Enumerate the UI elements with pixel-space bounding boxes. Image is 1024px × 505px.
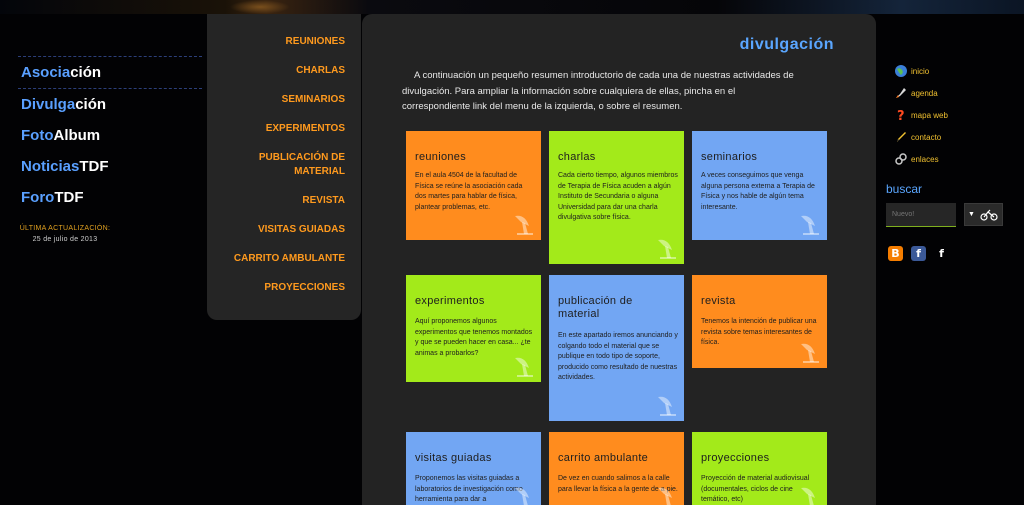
blogger-icon[interactable]: B bbox=[888, 246, 903, 261]
menu-item-experimentos[interactable]: EXPERIMENTOS bbox=[207, 122, 361, 136]
site-link-noticias[interactable]: NoticiasTDF bbox=[10, 151, 202, 182]
card-visitas[interactable]: visitas guiadas Proponemos las visitas g… bbox=[406, 432, 541, 505]
search-label: buscar bbox=[886, 182, 923, 196]
quick-links: inicio agenda ? mapa web contacto enlace… bbox=[894, 60, 1004, 170]
antenna-icon bbox=[801, 215, 819, 235]
card-carrito[interactable]: carrito ambulante De vez en cuando salim… bbox=[549, 432, 684, 505]
menu-item-publicacion[interactable]: PUBLICACIÓN DE MATERIAL bbox=[207, 151, 361, 179]
card-experimentos[interactable]: experimentos Aquí proponemos algunos exp… bbox=[406, 275, 541, 382]
card-title: seminarios bbox=[701, 151, 758, 163]
menu-item-proyecciones[interactable]: PROYECCIONES bbox=[207, 281, 361, 295]
social-links: B f f bbox=[888, 246, 949, 261]
card-publicacion[interactable]: publicación de material En este apartado… bbox=[549, 275, 684, 421]
last-updated-label: ÚLTIMA ACTUALIZACIÓN: bbox=[19, 225, 111, 232]
site-link-foro[interactable]: ForoTDF bbox=[10, 182, 202, 213]
site-link-fotoalbum[interactable]: FotoAlbum bbox=[10, 120, 202, 151]
section-menu: REUNIONES CHARLAS SEMINARIOS EXPERIMENTO… bbox=[207, 14, 361, 320]
card-title: charlas bbox=[558, 151, 596, 163]
card-description: En el aula 4504 de la facultad de Física… bbox=[415, 172, 523, 211]
rocket-icon bbox=[896, 88, 906, 98]
quick-link-enlaces[interactable]: enlaces bbox=[894, 148, 1004, 170]
card-title: visitas guiadas bbox=[415, 452, 492, 464]
facebook-plain-icon[interactable]: f bbox=[934, 246, 949, 261]
card-title: reuniones bbox=[415, 151, 467, 163]
card-description: Cada cierto tiempo, algunos miembros de … bbox=[558, 172, 678, 221]
last-updated-date: 25 de julio de 2013 bbox=[32, 236, 98, 243]
intro-text: A continuación un pequeño resumen introd… bbox=[402, 70, 794, 112]
card-reuniones[interactable]: reuniones En el aula 4504 de la facultad… bbox=[406, 131, 541, 240]
menu-item-charlas[interactable]: CHARLAS bbox=[207, 64, 361, 78]
antenna-icon bbox=[801, 487, 815, 505]
antenna-icon bbox=[515, 357, 533, 377]
pencil-icon bbox=[897, 132, 906, 142]
card-revista[interactable]: revista Tenemos la intención de publicar… bbox=[692, 275, 827, 368]
link-icon bbox=[895, 153, 907, 165]
quick-link-label: enlaces bbox=[911, 154, 939, 164]
card-title: carrito ambulante bbox=[558, 452, 649, 464]
quick-link-label: inicio bbox=[911, 66, 930, 76]
antenna-icon bbox=[658, 396, 676, 416]
svg-text:?: ? bbox=[897, 109, 905, 122]
header-glow bbox=[230, 0, 290, 14]
antenna-icon bbox=[515, 487, 529, 505]
card-seminarios[interactable]: seminarios A veces conseguimos que venga… bbox=[692, 131, 827, 240]
facebook-icon[interactable]: f bbox=[911, 246, 926, 261]
antenna-icon bbox=[658, 487, 672, 505]
menu-item-reuniones[interactable]: REUNIONES bbox=[207, 35, 361, 49]
search-input[interactable] bbox=[886, 203, 956, 227]
quick-link-label: contacto bbox=[911, 132, 942, 142]
search-button[interactable]: ▼ bbox=[964, 203, 1003, 226]
quick-link-contacto[interactable]: contacto bbox=[894, 126, 1004, 148]
card-title: publicación de material bbox=[558, 295, 633, 320]
quick-link-inicio[interactable]: inicio bbox=[894, 60, 1004, 82]
card-description: A veces conseguimos que venga alguna per… bbox=[701, 172, 815, 211]
site-nav: Asociación Divulgación FotoAlbum Noticia… bbox=[10, 56, 202, 213]
quick-link-agenda[interactable]: agenda bbox=[894, 82, 1004, 104]
card-title: experimentos bbox=[415, 295, 485, 307]
card-description: En este apartado iremos anunciando y col… bbox=[558, 332, 678, 381]
antenna-icon bbox=[515, 215, 533, 235]
menu-item-revista[interactable]: REVISTA bbox=[207, 194, 361, 208]
quick-link-label: mapa web bbox=[911, 110, 948, 120]
bike-icon bbox=[980, 209, 998, 221]
card-title: proyecciones bbox=[701, 452, 770, 464]
site-link-divulgacion[interactable]: Divulgación bbox=[10, 89, 202, 120]
site-link-asociacion[interactable]: Asociación bbox=[10, 57, 202, 88]
dropdown-arrow-icon: ▼ bbox=[968, 211, 975, 218]
card-charlas[interactable]: charlas Cada cierto tiempo, algunos miem… bbox=[549, 131, 684, 264]
card-proyecciones[interactable]: proyecciones Proyección de material audi… bbox=[692, 432, 827, 505]
menu-item-carrito[interactable]: CARRITO AMBULANTE bbox=[207, 252, 361, 266]
quick-link-label: agenda bbox=[911, 88, 938, 98]
page-title: divulgación bbox=[739, 36, 834, 53]
quick-link-mapa[interactable]: ? mapa web bbox=[894, 104, 1004, 126]
header-backdrop bbox=[0, 0, 1024, 14]
antenna-icon bbox=[658, 239, 676, 259]
question-icon: ? bbox=[897, 109, 905, 122]
last-updated: ÚLTIMA ACTUALIZACIÓN: 25 de julio de 201… bbox=[10, 223, 120, 245]
card-title: revista bbox=[701, 295, 736, 307]
menu-item-seminarios[interactable]: SEMINARIOS bbox=[207, 93, 361, 107]
menu-item-visitas[interactable]: VISITAS GUIADAS bbox=[207, 223, 361, 237]
antenna-icon bbox=[801, 343, 819, 363]
globe-icon bbox=[895, 65, 907, 77]
main-panel: divulgación A continuación un pequeño re… bbox=[362, 14, 876, 505]
